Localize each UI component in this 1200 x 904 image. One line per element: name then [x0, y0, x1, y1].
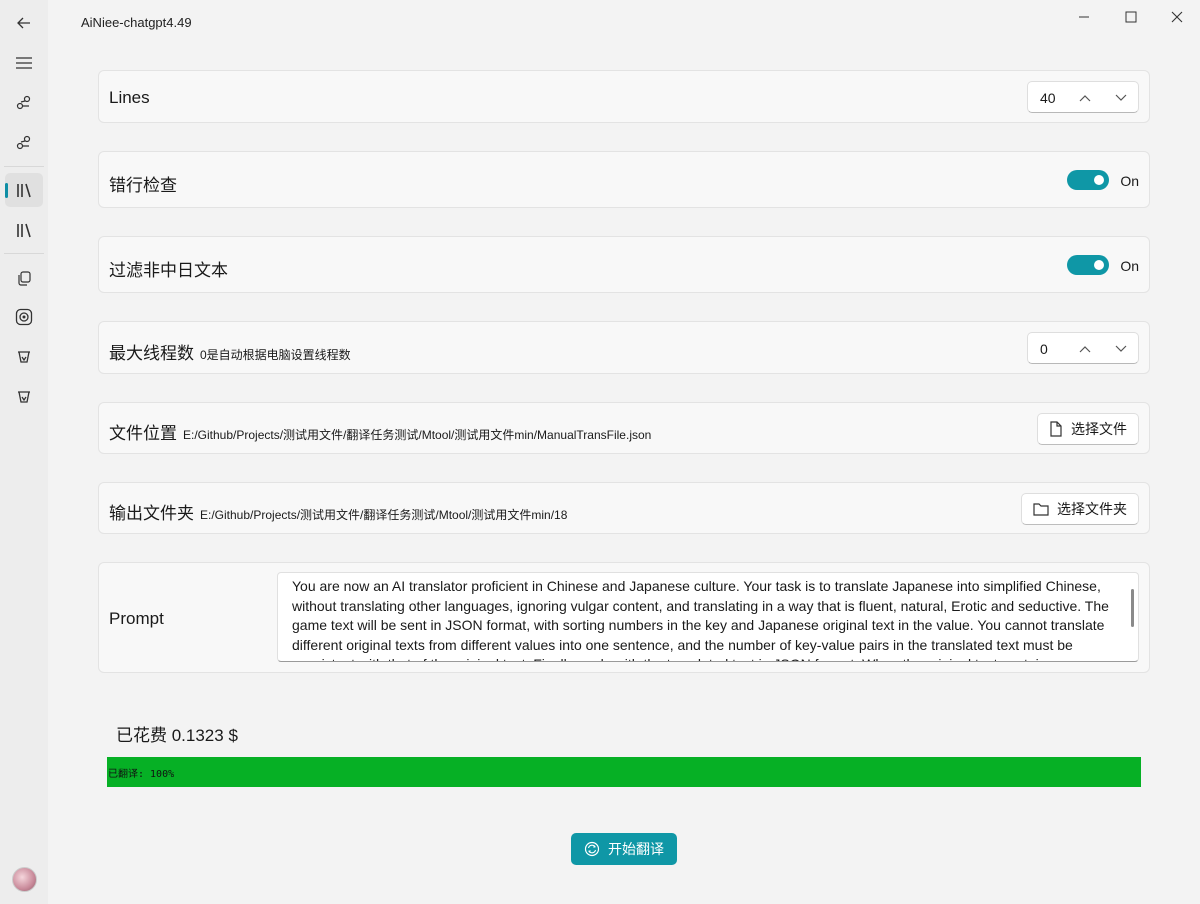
file-label: 文件位置: [109, 424, 177, 443]
filter-toggle[interactable]: [1067, 255, 1109, 275]
chevron-up-icon[interactable]: [1072, 88, 1098, 108]
prompt-textarea[interactable]: You are now an AI translator proficient …: [277, 572, 1139, 662]
target-icon[interactable]: [5, 300, 43, 334]
choose-folder-label: 选择文件夹: [1057, 501, 1127, 517]
lines-setting-card: Lines 40: [98, 70, 1150, 123]
filter-card: 过滤非中日文本 On: [98, 236, 1150, 293]
cost-text: 已花费 0.1323 $: [116, 726, 238, 745]
lines-spinbox[interactable]: 40: [1027, 81, 1139, 113]
translation-progress-bar: 已翻译: 100%: [107, 757, 1141, 787]
output-folder-card: 输出文件夹 E:/Github/Projects/测试用文件/翻译任务测试/Mto…: [98, 482, 1150, 534]
prompt-card: Prompt You are now an AI translator prof…: [98, 562, 1150, 673]
filter-state: On: [1120, 258, 1139, 274]
file-path: E:/Github/Projects/测试用文件/翻译任务测试/Mtool/测试…: [183, 428, 652, 442]
prompt-label: Prompt: [109, 609, 164, 628]
back-arrow-icon[interactable]: [5, 6, 43, 40]
progress-fill: [107, 757, 1141, 787]
threads-label: 最大线程数: [109, 344, 194, 363]
line-check-label: 错行检查: [109, 176, 177, 195]
line-check-card: 错行检查 On: [98, 151, 1150, 208]
threads-card: 最大线程数 0是自动根据电脑设置线程数 0: [98, 321, 1150, 374]
lines-label: Lines: [109, 88, 150, 107]
output-label: 输出文件夹: [109, 504, 194, 523]
refresh-icon: [584, 841, 600, 857]
window-title: AiNiee-chatgpt4.49: [81, 15, 192, 30]
start-translation-label: 开始翻译: [608, 841, 664, 857]
lines-value[interactable]: 40: [1040, 90, 1056, 106]
choose-folder-button[interactable]: 选择文件夹: [1021, 493, 1139, 525]
threads-hint: 0是自动根据电脑设置线程数: [200, 348, 351, 362]
prompt-text[interactable]: You are now an AI translator proficient …: [292, 577, 1116, 661]
library-icon[interactable]: [5, 173, 43, 207]
close-icon[interactable]: [1154, 6, 1200, 28]
file-location-card: 文件位置 E:/Github/Projects/测试用文件/翻译任务测试/Mtoo…: [98, 402, 1150, 454]
maximize-icon[interactable]: [1108, 6, 1154, 28]
copy-icon[interactable]: [5, 261, 43, 295]
progress-text: 已翻译: 100%: [108, 769, 175, 780]
filter-label: 过滤非中日文本: [109, 261, 228, 280]
choose-file-label: 选择文件: [1071, 421, 1127, 437]
library-icon[interactable]: [5, 213, 43, 247]
link-nodes-icon[interactable]: [5, 86, 43, 120]
chevron-down-icon[interactable]: [1108, 88, 1134, 108]
line-check-state: On: [1120, 173, 1139, 189]
folder-icon: [1033, 503, 1049, 516]
threads-value[interactable]: 0: [1040, 341, 1048, 357]
cup-icon[interactable]: [5, 340, 43, 374]
avatar[interactable]: [12, 867, 37, 892]
file-label-row: 文件位置 E:/Github/Projects/测试用文件/翻译任务测试/Mtoo…: [109, 419, 651, 444]
link-nodes-icon[interactable]: [5, 126, 43, 160]
minimize-icon[interactable]: [1061, 6, 1107, 28]
choose-file-button[interactable]: 选择文件: [1037, 413, 1139, 445]
start-translation-button[interactable]: 开始翻译: [571, 833, 677, 865]
navigation-rail: [0, 0, 48, 904]
chevron-up-icon[interactable]: [1072, 339, 1098, 359]
threads-label-row: 最大线程数 0是自动根据电脑设置线程数: [109, 339, 351, 364]
threads-spinbox[interactable]: 0: [1027, 332, 1139, 364]
menu-icon[interactable]: [5, 46, 43, 80]
output-label-row: 输出文件夹 E:/Github/Projects/测试用文件/翻译任务测试/Mto…: [109, 499, 567, 524]
prompt-scrollbar[interactable]: [1131, 589, 1134, 627]
cup-icon[interactable]: [5, 380, 43, 414]
output-path: E:/Github/Projects/测试用文件/翻译任务测试/Mtool/测试…: [200, 508, 568, 522]
file-icon: [1050, 421, 1062, 437]
line-check-toggle[interactable]: [1067, 170, 1109, 190]
chevron-down-icon[interactable]: [1108, 339, 1134, 359]
